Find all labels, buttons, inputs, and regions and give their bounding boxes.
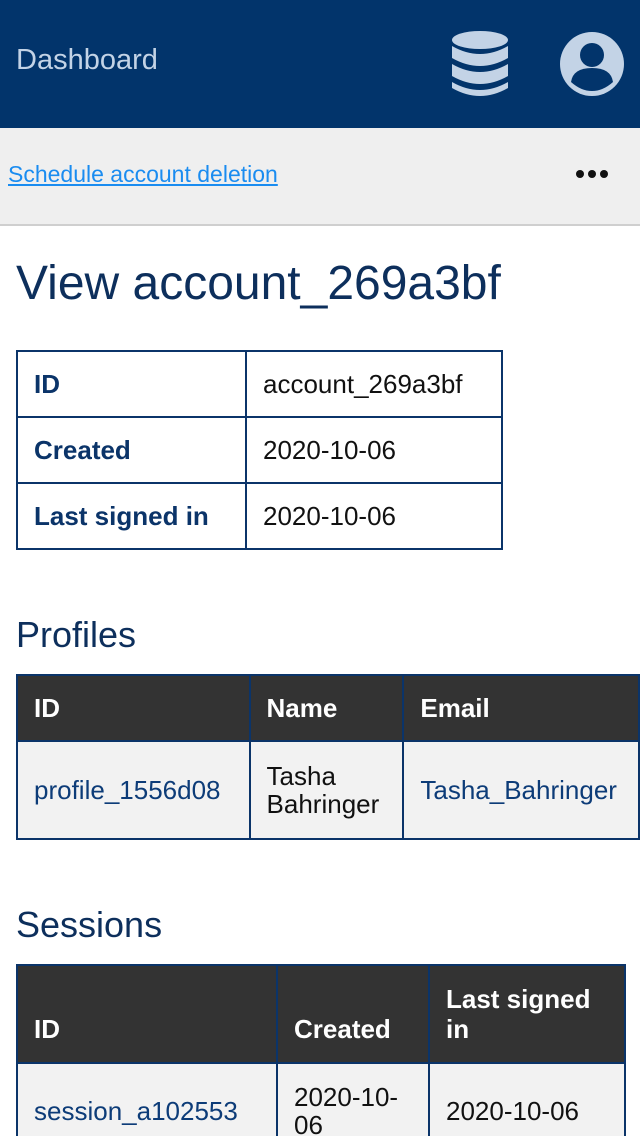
dashboard-link[interactable]: Dashboard <box>16 44 158 77</box>
profiles-col-email: Email <box>402 674 640 742</box>
table-header-row: ID Created Last signed in <box>16 964 626 1064</box>
schedule-account-deletion-link[interactable]: Schedule account deletion <box>8 161 278 188</box>
table-row: session_a102553 2020-10-06 2020-10-06 <box>16 1062 626 1136</box>
sessions-heading: Sessions <box>16 904 163 945</box>
table-row: ID account_269a3bf <box>16 350 503 418</box>
account-id-label: ID <box>16 350 247 418</box>
profile-id-link[interactable]: profile_1556d08 <box>34 775 221 805</box>
sessions-table: ID Created Last signed in session_a10255… <box>16 964 626 1136</box>
table-row: Last signed in 2020-10-06 <box>16 482 503 550</box>
table-row: profile_1556d08 Tasha Bahringer Tasha_Ba… <box>16 740 640 840</box>
account-details-table: ID account_269a3bf Created 2020-10-06 La… <box>16 350 503 550</box>
profiles-table: ID Name Email profile_1556d08 Tasha Bahr… <box>16 674 640 840</box>
top-bar: Dashboard <box>0 0 640 128</box>
profile-email-cell: Tasha_Bahringer <box>402 740 640 840</box>
account-last-signed-in-value: 2020-10-06 <box>245 482 503 550</box>
profile-email-link[interactable]: Tasha_Bahringer <box>420 775 617 805</box>
session-id-link[interactable]: session_a102553 <box>34 1096 238 1126</box>
sessions-col-last-signed-in: Last signed in <box>428 964 626 1064</box>
table-row: Created 2020-10-06 <box>16 416 503 484</box>
database-icon[interactable] <box>448 30 512 98</box>
profiles-heading: Profiles <box>16 614 137 655</box>
sessions-col-created: Created <box>276 964 430 1064</box>
table-header-row: ID Name Email <box>16 674 640 742</box>
profiles-col-id: ID <box>16 674 251 742</box>
session-id-cell: session_a102553 <box>16 1062 278 1136</box>
sessions-col-id: ID <box>16 964 278 1064</box>
profile-name-cell: Tasha Bahringer <box>248 740 405 840</box>
account-id-value: account_269a3bf <box>245 350 503 418</box>
page-title: View account_269a3bf <box>16 257 501 310</box>
account-created-label: Created <box>16 416 247 484</box>
account-created-value: 2020-10-06 <box>245 416 503 484</box>
profiles-col-name: Name <box>248 674 405 742</box>
user-account-icon[interactable] <box>558 30 626 98</box>
session-created-cell: 2020-10-06 <box>276 1062 430 1136</box>
account-last-signed-in-label: Last signed in <box>16 482 247 550</box>
more-horizontal-icon[interactable] <box>572 164 612 184</box>
action-bar: Schedule account deletion <box>0 128 640 226</box>
profile-id-cell: profile_1556d08 <box>16 740 251 840</box>
session-last-signed-in-cell: 2020-10-06 <box>428 1062 626 1136</box>
